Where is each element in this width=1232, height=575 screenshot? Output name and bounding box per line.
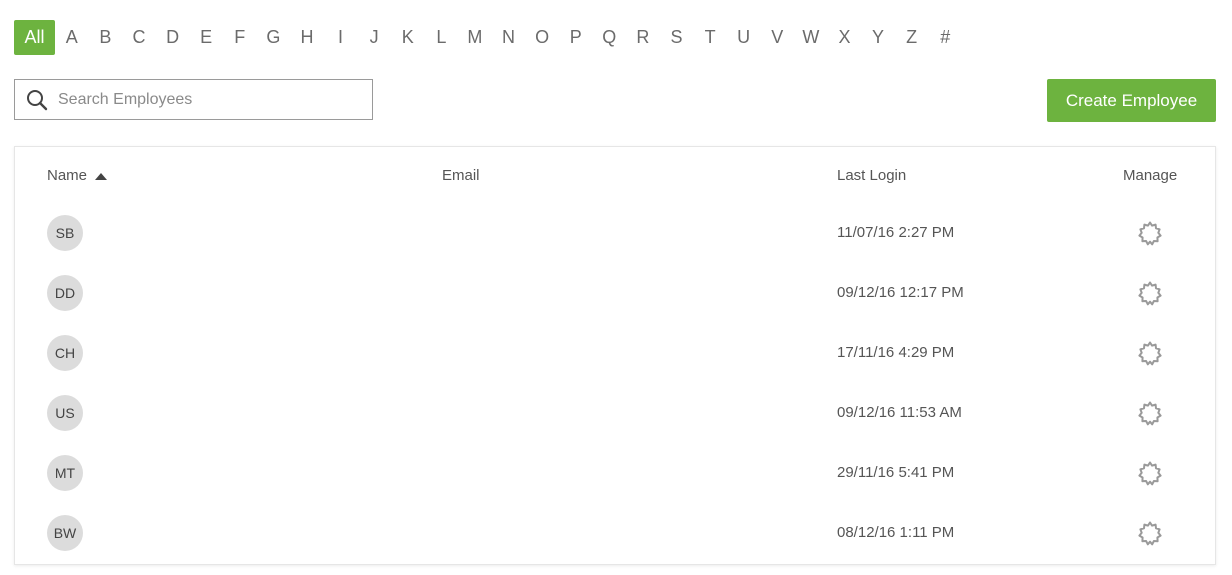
filter-letter-t[interactable]: T [693,20,727,55]
filter-letter-l[interactable]: L [425,20,459,55]
search-box [14,79,373,120]
filter-letter-n[interactable]: N [492,20,526,55]
table-row[interactable]: DD 09/12/16 12:17 PM [15,275,1215,335]
gear-icon[interactable] [1137,460,1163,486]
filter-letter-i[interactable]: I [324,20,358,55]
filter-letter-r[interactable]: R [626,20,660,55]
search-icon [27,89,48,110]
filter-letter-q[interactable]: Q [593,20,627,55]
filter-letter-v[interactable]: V [760,20,794,55]
filter-all[interactable]: All [14,20,55,55]
filter-letter-y[interactable]: Y [861,20,895,55]
last-login-cell: 29/11/16 5:41 PM [837,464,955,481]
avatar: BW [47,515,83,551]
filter-number[interactable]: # [928,20,962,55]
column-header-email[interactable]: Email [442,167,480,185]
filter-letter-k[interactable]: K [391,20,425,55]
filter-letter-p[interactable]: P [559,20,593,55]
avatar: US [47,395,83,431]
table-row[interactable]: US 09/12/16 11:53 AM [15,395,1215,455]
avatar: CH [47,335,83,371]
filter-letter-o[interactable]: O [525,20,559,55]
last-login-cell: 17/11/16 4:29 PM [837,344,955,361]
search-input[interactable] [58,81,372,118]
column-header-last-login[interactable]: Last Login [837,167,906,185]
table-row[interactable]: SB 11/07/16 2:27 PM [15,215,1215,275]
column-header-manage: Manage [1123,167,1178,184]
avatar: DD [47,275,83,311]
filter-letter-m[interactable]: M [458,20,492,55]
gear-icon[interactable] [1137,400,1163,426]
filter-letter-a[interactable]: A [55,20,89,55]
create-employee-button[interactable]: Create Employee [1047,79,1216,122]
filter-letter-x[interactable]: X [828,20,862,55]
table-row[interactable]: CH 17/11/16 4:29 PM [15,335,1215,395]
filter-letter-c[interactable]: C [122,20,156,55]
filter-letter-f[interactable]: F [223,20,257,55]
filter-letter-z[interactable]: Z [895,20,929,55]
last-login-cell: 11/07/16 2:27 PM [837,224,955,241]
filter-letter-b[interactable]: B [89,20,123,55]
alphabet-filter: All A B C D E F G H I J K L M N O P Q R S T U V W X Y Z # [14,20,962,55]
filter-letter-h[interactable]: H [290,20,324,55]
last-login-cell: 09/12/16 11:53 AM [837,404,962,421]
gear-icon[interactable] [1137,280,1163,306]
avatar: MT [47,455,83,491]
avatar: SB [47,215,83,251]
employee-table: Name Email Last Login Manage SB 11/07/16… [14,146,1216,565]
gear-icon[interactable] [1137,220,1163,246]
filter-letter-g[interactable]: G [257,20,291,55]
column-header-name[interactable]: Name [47,167,108,185]
filter-letter-e[interactable]: E [189,20,223,55]
gear-icon[interactable] [1137,340,1163,366]
last-login-cell: 08/12/16 1:11 PM [837,524,955,541]
gear-icon[interactable] [1137,520,1163,546]
last-login-cell: 09/12/16 12:17 PM [837,284,964,301]
filter-letter-u[interactable]: U [727,20,761,55]
filter-letter-j[interactable]: J [357,20,391,55]
column-header-name-label: Name [47,167,88,184]
table-row[interactable]: MT 29/11/16 5:41 PM [15,455,1215,515]
filter-letter-w[interactable]: W [794,20,828,55]
table-row[interactable]: BW 08/12/16 1:11 PM [15,515,1215,575]
sort-ascending-icon [95,172,108,180]
filter-letter-s[interactable]: S [660,20,694,55]
filter-letter-d[interactable]: D [156,20,190,55]
